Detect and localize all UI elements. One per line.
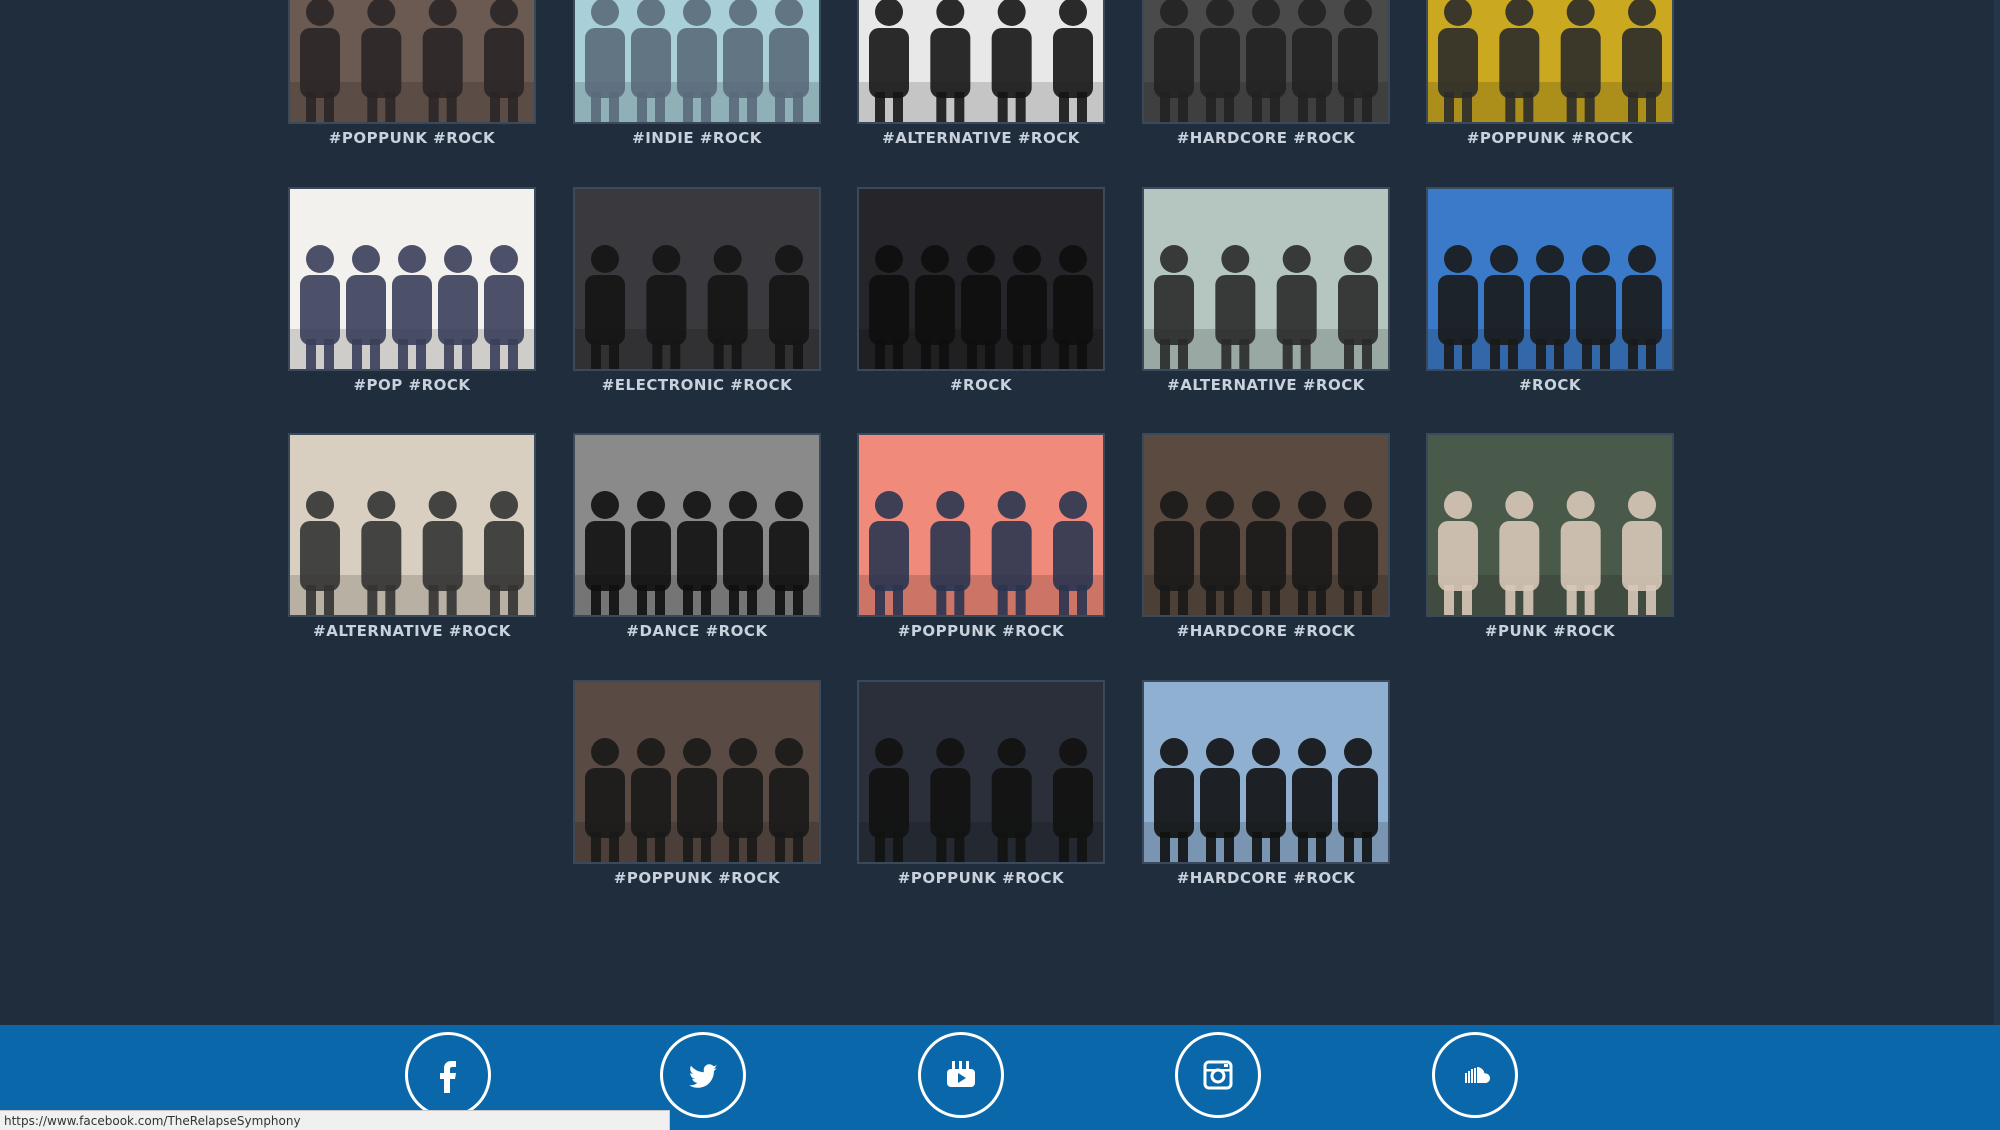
soundcloud-button[interactable]	[1432, 1032, 1518, 1118]
band-photo[interactable]	[1142, 680, 1390, 864]
band-photo[interactable]	[1426, 187, 1674, 371]
band-photo[interactable]	[288, 433, 536, 617]
youtube-button[interactable]	[918, 1032, 1004, 1118]
band-photo[interactable]	[1142, 433, 1390, 617]
band-card[interactable]: #POPPUNK #ROCK	[573, 680, 821, 887]
band-photo[interactable]	[573, 433, 821, 617]
band-photo[interactable]	[857, 433, 1105, 617]
band-card[interactable]: #HARDCORE #ROCK	[1142, 433, 1390, 640]
youtube-icon	[947, 1061, 975, 1087]
facebook-icon	[440, 1061, 456, 1093]
band-card[interactable]: #POPPUNK #ROCK	[288, 0, 536, 147]
genre-tags: #POP #ROCK	[353, 376, 471, 394]
genre-tags: #POPPUNK #ROCK	[328, 129, 496, 147]
genre-tags: #HARDCORE #ROCK	[1176, 869, 1356, 887]
band-photo[interactable]	[1426, 0, 1674, 124]
genre-tags: #ROCK	[949, 376, 1012, 394]
band-card[interactable]: #ELECTRONIC #ROCK	[573, 187, 821, 394]
genre-tags: #ELECTRONIC #ROCK	[601, 376, 793, 394]
genre-tags: #HARDCORE #ROCK	[1176, 129, 1356, 147]
facebook-button[interactable]	[405, 1032, 491, 1118]
instagram-icon	[1203, 1060, 1233, 1090]
band-card[interactable]: #POP #ROCK	[288, 187, 536, 394]
band-photo[interactable]	[288, 0, 536, 124]
genre-tags: #ROCK	[1518, 376, 1581, 394]
band-card[interactable]: #HARDCORE #ROCK	[1142, 0, 1390, 147]
genre-tags: #DANCE #ROCK	[626, 622, 768, 640]
genre-tags: #POPPUNK #ROCK	[1466, 129, 1634, 147]
instagram-button[interactable]	[1175, 1032, 1261, 1118]
band-card[interactable]: #ROCK	[857, 187, 1105, 394]
band-card[interactable]: #HARDCORE #ROCK	[1142, 680, 1390, 887]
band-photo[interactable]	[573, 187, 821, 371]
genre-tags: #PUNK #ROCK	[1484, 622, 1616, 640]
band-card[interactable]: #PUNK #ROCK	[1426, 433, 1674, 640]
band-photo[interactable]	[573, 0, 821, 124]
band-card[interactable]: #POPPUNK #ROCK	[857, 433, 1105, 640]
band-card[interactable]: #DANCE #ROCK	[573, 433, 821, 640]
band-card[interactable]: #POPPUNK #ROCK	[857, 680, 1105, 887]
soundcloud-icon	[1465, 1067, 1490, 1083]
band-card[interactable]: #INDIE #ROCK	[573, 0, 821, 147]
twitter-icon	[689, 1064, 717, 1088]
genre-tags: #ALTERNATIVE #ROCK	[882, 129, 1080, 147]
genre-tags: #ALTERNATIVE #ROCK	[1167, 376, 1365, 394]
genre-tags: #POPPUNK #ROCK	[897, 869, 1065, 887]
scrollbar[interactable]	[1994, 0, 2000, 1025]
band-photo[interactable]	[573, 680, 821, 864]
band-card[interactable]: #POPPUNK #ROCK	[1426, 0, 1674, 147]
band-photo[interactable]	[1142, 0, 1390, 124]
band-grid: #POPPUNK #ROCK #INDIE #ROCK #ALTERNATIVE…	[0, 0, 2000, 1025]
band-photo[interactable]	[857, 0, 1105, 124]
band-photo[interactable]	[857, 187, 1105, 371]
twitter-button[interactable]	[660, 1032, 746, 1118]
band-photo[interactable]	[1142, 187, 1390, 371]
band-photo[interactable]	[288, 187, 536, 371]
genre-tags: #HARDCORE #ROCK	[1176, 622, 1356, 640]
band-card[interactable]: #ALTERNATIVE #ROCK	[857, 0, 1105, 147]
browser-status-url: https://www.facebook.com/TheRelapseSymph…	[0, 1110, 670, 1130]
band-photo[interactable]	[857, 680, 1105, 864]
genre-tags: #ALTERNATIVE #ROCK	[313, 622, 511, 640]
band-card[interactable]: #ALTERNATIVE #ROCK	[288, 433, 536, 640]
band-card[interactable]: #ALTERNATIVE #ROCK	[1142, 187, 1390, 394]
band-card[interactable]: #ROCK	[1426, 187, 1674, 394]
band-photo[interactable]	[1426, 433, 1674, 617]
genre-tags: #INDIE #ROCK	[632, 129, 762, 147]
genre-tags: #POPPUNK #ROCK	[613, 869, 781, 887]
genre-tags: #POPPUNK #ROCK	[897, 622, 1065, 640]
